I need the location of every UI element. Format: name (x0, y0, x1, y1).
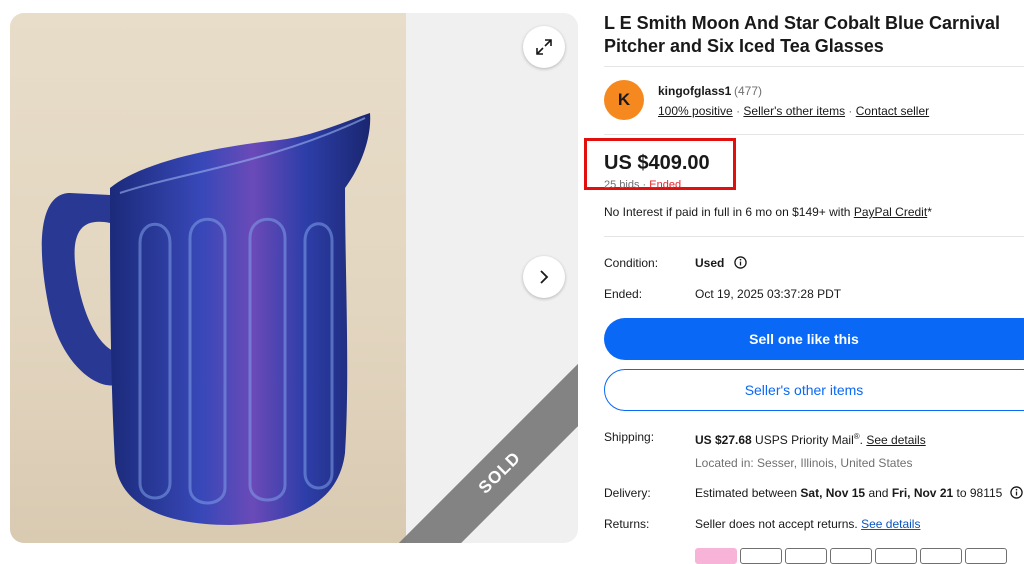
info-icon[interactable] (733, 256, 747, 269)
price: US $409.00 (604, 152, 710, 174)
separator: · (736, 104, 741, 118)
listing-details: L E Smith Moon And Star Cobalt Blue Carn… (584, 0, 1024, 564)
delivery-zip: to 98115 (953, 486, 1003, 500)
ended-status: Ended (649, 179, 682, 191)
returns-label: Returns: (604, 517, 650, 531)
sold-ribbon: SOLD (385, 358, 578, 543)
item-location: Located in: Sesser, Illinois, United Sta… (695, 456, 913, 470)
returns-details-link[interactable]: See details (861, 517, 920, 531)
paypal-credit-link[interactable]: PayPal Credit (854, 205, 927, 219)
shipping-details-link[interactable]: See details (866, 433, 925, 447)
bid-status: 25 bids · Ended (604, 179, 681, 191)
condition-label: Condition: (604, 256, 659, 270)
delivery-start: Sat, Nov 15 (800, 486, 866, 500)
sellers-other-items-button[interactable]: Seller's other items (604, 369, 1024, 411)
seller-other-items-link[interactable]: Seller's other items (743, 104, 845, 118)
info-icon[interactable] (1009, 486, 1023, 499)
condition-text: Used (695, 256, 725, 270)
seller-name[interactable]: kingofglass1 (658, 84, 731, 98)
returns-value: Seller does not accept returns. See deta… (695, 517, 920, 531)
next-image-button[interactable] (523, 256, 565, 298)
condition-value: Used (695, 256, 747, 270)
bid-count: 25 bids (604, 179, 640, 191)
shipping-cost: US $27.68 (695, 433, 752, 447)
seller-links: 100% positive · Seller's other items · C… (658, 104, 929, 118)
pitcher-image (41, 113, 371, 525)
image-gallery: SOLD (10, 13, 578, 543)
divider (604, 236, 1024, 237)
delivery-value: Estimated between Sat, Nov 15 and Fri, N… (695, 486, 1023, 500)
payment-logo (785, 548, 827, 564)
financing-suffix: * (927, 205, 932, 219)
sell-one-like-this-button[interactable]: Sell one like this (604, 318, 1024, 360)
seller-feedback-count: (477) (734, 84, 763, 98)
returns-text: Seller does not accept returns. (695, 517, 862, 531)
chevron-right-icon (540, 270, 549, 284)
listing-photo[interactable] (10, 13, 406, 543)
expand-icon (536, 39, 552, 55)
payment-logo (740, 548, 782, 564)
ended-label: Ended: (604, 287, 643, 301)
delivery-end: Fri, Nov 21 (891, 486, 954, 500)
payment-logo (920, 548, 962, 564)
delivery-and: and (865, 486, 892, 500)
payment-logo (695, 548, 737, 564)
shipping-label: Shipping: (604, 430, 655, 444)
shipping-value: US $27.68 USPS Priority Mail®. See detai… (695, 432, 926, 447)
contact-seller-link[interactable]: Contact seller (856, 104, 929, 118)
delivery-prefix: Estimated between (695, 486, 801, 500)
expand-button[interactable] (523, 26, 565, 68)
divider (604, 66, 1024, 67)
seller-avatar[interactable]: K (604, 80, 644, 120)
positive-feedback-link[interactable]: 100% positive (658, 104, 733, 118)
financing-text: No Interest if paid in full in 6 mo on $… (604, 205, 854, 219)
ended-value: Oct 19, 2025 03:37:28 PDT (695, 287, 842, 301)
payment-logo (830, 548, 872, 564)
payment-logo (965, 548, 1007, 564)
financing-offer: No Interest if paid in full in 6 mo on $… (604, 205, 932, 219)
separator: · (848, 104, 853, 118)
listing-title: L E Smith Moon And Star Cobalt Blue Carn… (604, 13, 1001, 56)
divider (604, 134, 1024, 135)
separator: · (642, 179, 647, 191)
delivery-label: Delivery: (604, 486, 651, 500)
shipping-service: USPS Priority Mail (751, 433, 854, 447)
payment-logo (875, 548, 917, 564)
